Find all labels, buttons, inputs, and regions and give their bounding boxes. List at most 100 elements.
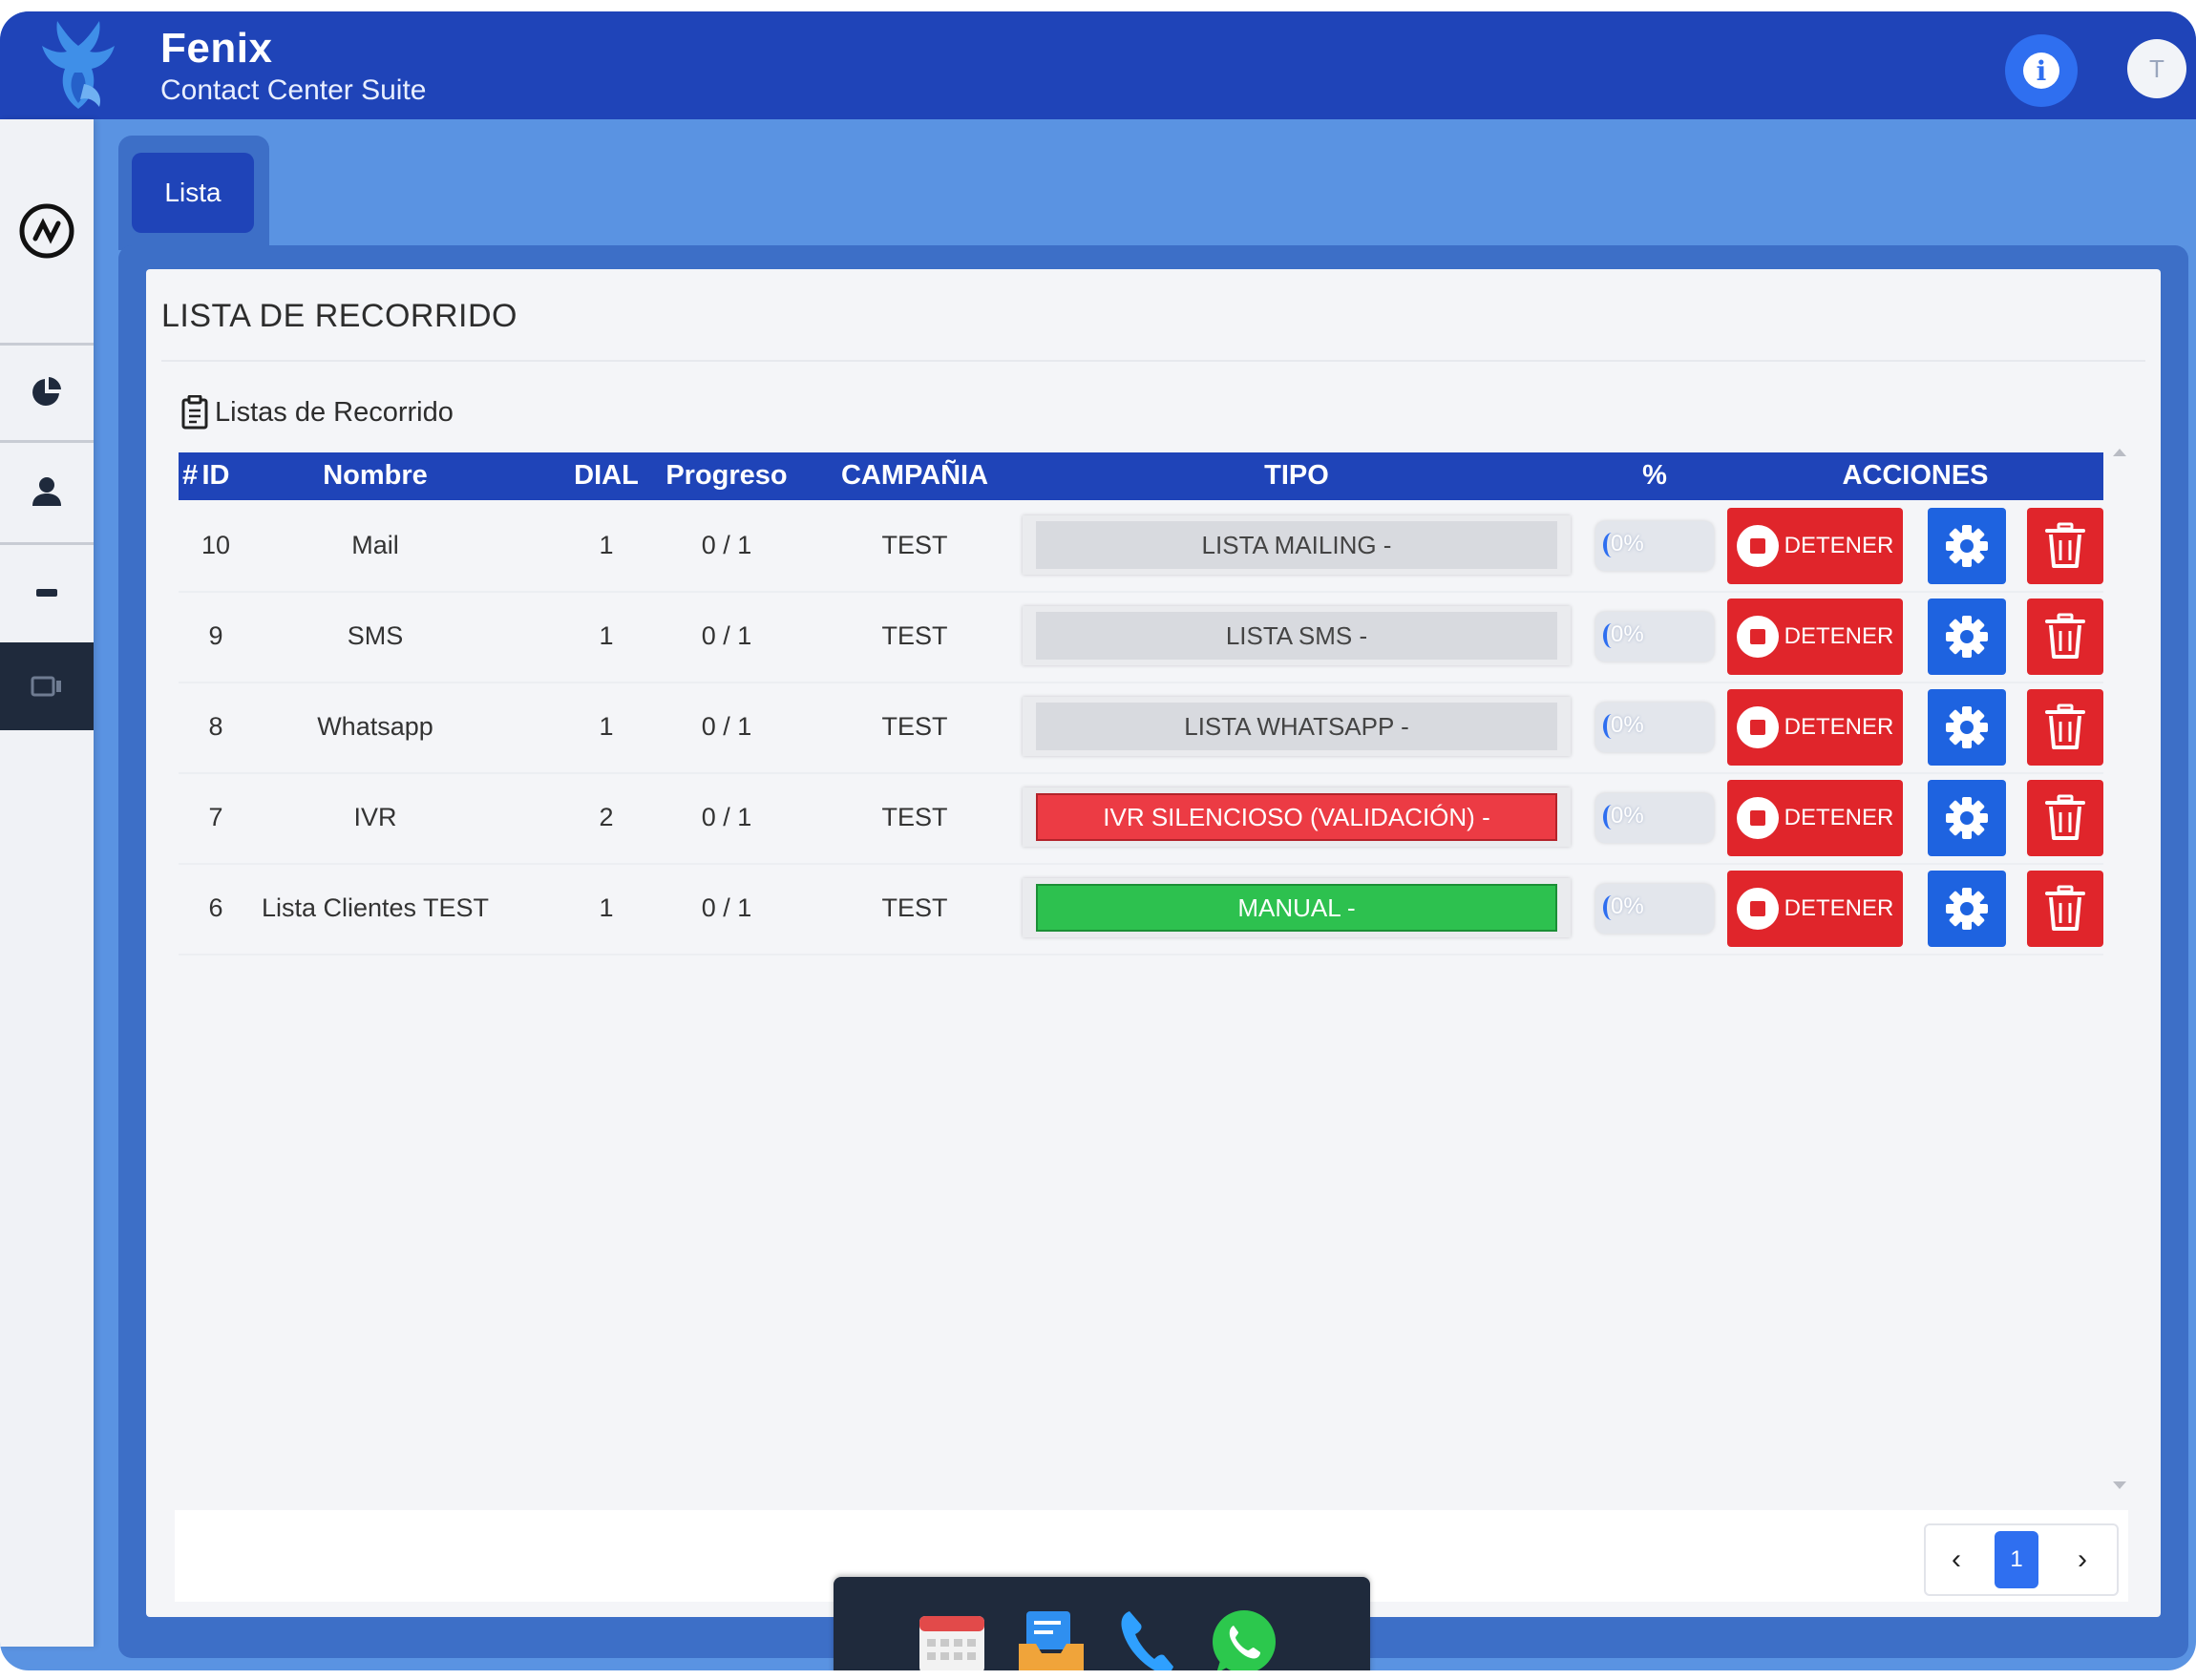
tipo-badge: IVR SILENCIOSO (VALIDACIÓN) - [1036, 793, 1557, 841]
cell-id: 10 [201, 531, 231, 559]
cell-id: 6 [208, 893, 223, 922]
cell-progreso: 0 / 1 [701, 621, 752, 650]
stop-button[interactable]: DETENER [1727, 598, 1903, 675]
dock-item-phone[interactable] [1110, 1606, 1183, 1670]
user-avatar[interactable]: T [2127, 39, 2186, 98]
sidebar-item-brand[interactable] [0, 119, 94, 346]
table-row: 6 Lista Clientes TEST 1 0 / 1 TEST MANUAL - 0%… [179, 863, 2103, 956]
trash-icon [2045, 613, 2085, 659]
stop-button[interactable]: DETENER [1727, 871, 1903, 947]
col-pct: % [1642, 460, 1667, 491]
calendar-icon [919, 1616, 984, 1670]
dock-item-calendar[interactable] [916, 1606, 988, 1670]
section-label-text: Listas de Recorrido [215, 396, 454, 428]
settings-button[interactable] [1928, 508, 2006, 584]
progress-percent: 0% [1595, 884, 1714, 934]
cell-id: 9 [208, 621, 223, 650]
cell-campania: TEST [881, 803, 948, 831]
col-id: ID [201, 460, 230, 491]
delete-button[interactable] [2027, 598, 2103, 675]
col-progreso: Progreso [665, 460, 788, 491]
app-window: Fenix Contact Center Suite i T Lista LIS… [0, 11, 2196, 1670]
sidebar-item-lists[interactable] [0, 642, 94, 730]
sidebar-item-dashboard[interactable] [0, 343, 94, 443]
progress-percent: 0% [1595, 521, 1714, 571]
cell-tipo: LISTA SMS - [1023, 606, 1571, 665]
table-header: # ID Nombre DIAL Progreso CAMPAÑIA TIPO … [179, 452, 2103, 500]
progress-percent-text: 0% [1611, 621, 1644, 647]
progress-percent-text: 0% [1611, 893, 1644, 919]
cell-nombre: Lista Clientes TEST [261, 893, 490, 922]
app-header: Fenix Contact Center Suite i T [0, 11, 2196, 119]
list-panel: LISTA DE RECORRIDO Listas de Recorrido #… [146, 269, 2161, 1617]
app-title: Fenix [160, 25, 273, 72]
tab-lista[interactable]: Lista [132, 153, 254, 233]
info-button[interactable]: i [2005, 34, 2078, 107]
stop-button[interactable]: DETENER [1727, 689, 1903, 766]
pagination-next-button[interactable]: › [2052, 1525, 2113, 1594]
phoenix-logo-icon [42, 21, 115, 109]
cell-id: 7 [208, 803, 223, 831]
progress-percent-text: 0% [1611, 803, 1644, 829]
cell-nombre: Mail [351, 531, 399, 559]
tipo-badge: LISTA SMS - [1036, 612, 1557, 660]
table-row: 7 IVR 2 0 / 1 TEST IVR SILENCIOSO (VALIDACIÓN… [179, 772, 2103, 865]
stop-button-label: DETENER [1784, 714, 1894, 740]
bottom-dock [834, 1577, 1370, 1670]
minus-bar-icon [36, 588, 57, 597]
brand-circle-icon [19, 203, 74, 259]
stop-button[interactable]: DETENER [1727, 508, 1903, 584]
delete-button[interactable] [2027, 508, 2103, 584]
settings-button[interactable] [1928, 871, 2006, 947]
user-icon [32, 476, 61, 506]
stop-icon [1736, 706, 1779, 748]
cell-dial: 2 [599, 803, 614, 831]
table-row: 9 SMS 1 0 / 1 TEST LISTA SMS - 0% DETENER [179, 591, 2103, 683]
clipboard-icon [181, 395, 208, 430]
col-campania: CAMPAÑIA [840, 460, 989, 491]
cell-campania: TEST [881, 712, 948, 741]
gear-icon [1946, 525, 1988, 567]
dock-item-whatsapp[interactable] [1208, 1606, 1280, 1670]
phone-icon [1121, 1611, 1173, 1670]
gear-icon [1946, 706, 1988, 748]
pagination-page-current[interactable]: 1 [1995, 1531, 2038, 1588]
col-tipo: TIPO [1264, 460, 1329, 491]
cell-progreso: 0 / 1 [701, 531, 752, 559]
section-label: Listas de Recorrido [180, 395, 454, 430]
settings-button[interactable] [1928, 780, 2006, 856]
panel-divider [161, 360, 2145, 362]
cell-campania: TEST [881, 893, 948, 922]
stop-button-label: DETENER [1784, 533, 1894, 558]
col-acciones: ACCIONES [1842, 460, 1989, 491]
stop-button-label: DETENER [1784, 805, 1894, 830]
table-row: 10 Mail 1 0 / 1 TEST LISTA MAILING - 0% DETENER [179, 500, 2103, 593]
progress-percent-text: 0% [1611, 712, 1644, 738]
tipo-badge: MANUAL - [1036, 884, 1557, 932]
delete-button[interactable] [2027, 689, 2103, 766]
stop-button[interactable]: DETENER [1727, 780, 1903, 856]
dock-item-mail[interactable] [1015, 1606, 1087, 1670]
cell-id: 8 [208, 712, 223, 741]
progress-percent: 0% [1595, 703, 1714, 752]
cell-dial: 1 [599, 531, 614, 559]
stop-icon [1736, 888, 1779, 930]
cell-dial: 1 [599, 621, 614, 650]
cell-progreso: 0 / 1 [701, 893, 752, 922]
sidebar-item-campaigns[interactable] [0, 542, 94, 645]
scroll-up-arrow[interactable] [2113, 449, 2126, 456]
delete-button[interactable] [2027, 871, 2103, 947]
stop-icon [1736, 616, 1779, 658]
col-nombre: Nombre [323, 460, 428, 491]
settings-button[interactable] [1928, 598, 2006, 675]
cell-progreso: 0 / 1 [701, 803, 752, 831]
cell-progreso: 0 / 1 [701, 712, 752, 741]
list-device-icon [31, 676, 61, 697]
panel-title: LISTA DE RECORRIDO [161, 298, 517, 334]
info-icon: i [2023, 52, 2059, 89]
sidebar-item-users[interactable] [0, 440, 94, 545]
pagination-prev-button[interactable]: ‹ [1926, 1525, 1987, 1594]
settings-button[interactable] [1928, 689, 2006, 766]
delete-button[interactable] [2027, 780, 2103, 856]
scroll-down-arrow[interactable] [2113, 1481, 2126, 1489]
